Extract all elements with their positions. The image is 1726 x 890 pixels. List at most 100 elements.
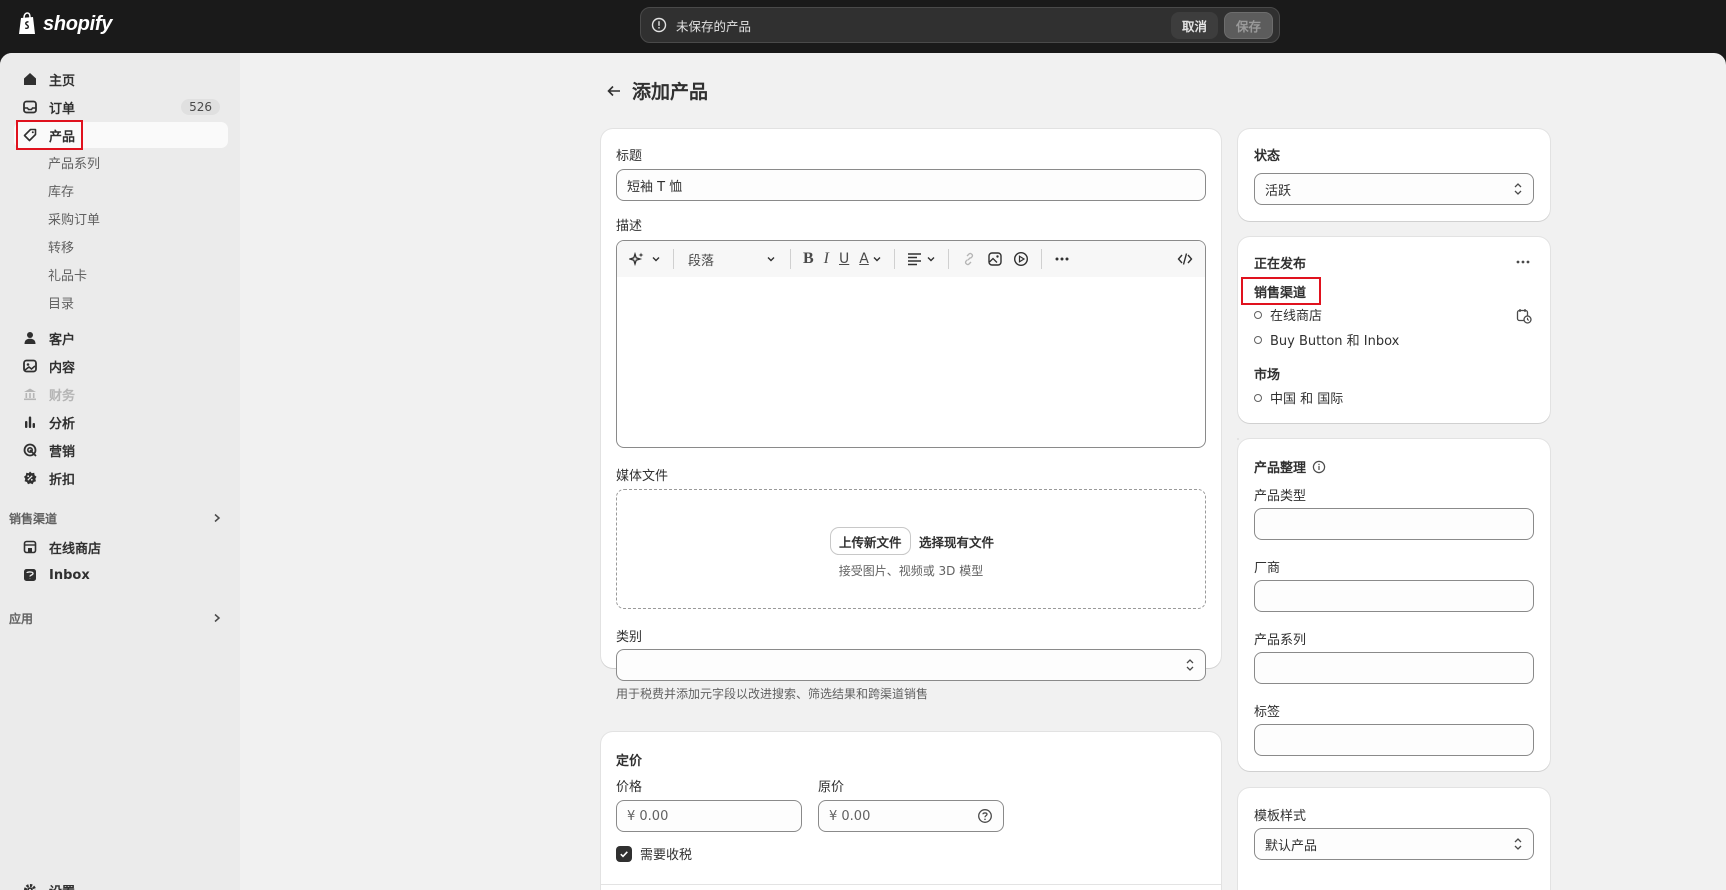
nav-finance: 财务 (14, 381, 228, 407)
price-value: ¥ 0.00 (627, 808, 669, 824)
nav-purchase-orders[interactable]: 采购订单 (48, 207, 100, 229)
compare-at-price-input[interactable]: ¥ 0.00 (818, 800, 1004, 832)
price-input[interactable]: ¥ 0.00 (616, 800, 802, 832)
nav-inbox[interactable]: Inbox (14, 562, 228, 588)
sales-channels-section[interactable]: 销售渠道 (9, 507, 228, 529)
info-icon[interactable] (1312, 460, 1326, 474)
text-color-icon: A (859, 251, 869, 267)
paragraph-format-select[interactable]: 段落 (682, 245, 782, 273)
editor-toolbar: 段落 B I U A (617, 241, 1205, 277)
insert-image-button[interactable] (983, 245, 1007, 273)
pricing-divider (601, 884, 1221, 885)
toolbar-separator (1040, 249, 1042, 269)
discount-badge-icon (22, 470, 38, 486)
bank-icon (22, 386, 38, 402)
upload-new-file-button[interactable]: 上传新文件 (831, 528, 910, 554)
more-actions-icon[interactable] (1515, 259, 1531, 265)
shopify-logo[interactable]: shopify (18, 12, 112, 36)
tags-input[interactable] (1254, 724, 1534, 756)
text-color-button[interactable]: A (855, 245, 886, 273)
play-circle-icon (1013, 251, 1028, 267)
italic-icon: I (823, 250, 829, 267)
nav-content[interactable]: 内容 (14, 353, 228, 379)
nav-discounts[interactable]: 折扣 (14, 465, 228, 491)
apps-section[interactable]: 应用 (9, 607, 228, 629)
link-button[interactable] (957, 245, 981, 273)
html-view-button[interactable] (1173, 245, 1197, 273)
content-icon (22, 358, 38, 374)
inbox-tray-icon (22, 99, 38, 115)
category-select[interactable] (616, 649, 1206, 681)
nav-home[interactable]: 主页 (14, 66, 228, 92)
product-type-input[interactable] (1254, 508, 1534, 540)
select-existing-file-button[interactable]: 选择现有文件 (919, 528, 994, 554)
ellipsis-icon (1055, 257, 1069, 261)
bold-button[interactable]: B (799, 245, 818, 273)
nav-collections[interactable]: 产品系列 (48, 151, 100, 173)
nav-settings[interactable]: 设置 (14, 877, 228, 890)
collections-label: 产品系列 (1254, 633, 1307, 648)
nav-finance-label: 财务 (49, 388, 76, 404)
target-icon (22, 442, 38, 458)
calendar-schedule-icon[interactable] (1516, 308, 1532, 324)
nav-inventory[interactable]: 库存 (48, 179, 74, 201)
collections-input[interactable] (1254, 652, 1534, 684)
status-select[interactable]: 活跃 (1254, 173, 1534, 205)
nav-marketing-label: 营销 (49, 444, 76, 460)
nav-analytics[interactable]: 分析 (14, 409, 228, 435)
underline-button[interactable]: U (835, 245, 853, 273)
select-arrows-icon (1186, 659, 1194, 671)
media-dropzone[interactable]: 上传新文件 选择现有文件 接受图片、视频或 3D 模型 (616, 489, 1206, 609)
storefront-icon (22, 539, 38, 555)
cancel-button[interactable]: 取消 (1170, 11, 1218, 39)
nav-orders[interactable]: 订单 526 (14, 94, 228, 120)
save-button[interactable]: 保存 (1223, 11, 1273, 39)
toolbar-separator (893, 249, 895, 269)
organization-header-row: 产品整理 (1254, 457, 1326, 476)
inbox-app-icon (22, 567, 38, 583)
unsaved-message: 未保存的产品 (676, 18, 752, 34)
compare-at-price-label: 原价 (818, 780, 845, 795)
help-circle-icon[interactable] (977, 808, 993, 824)
chevron-right-icon (214, 513, 221, 523)
nav-online-store[interactable]: 在线商店 (14, 534, 228, 560)
bold-icon: B (803, 250, 814, 267)
pricing-header: 定价 (616, 754, 643, 769)
nav-discounts-label: 折扣 (49, 472, 76, 488)
status-value: 活跃 (1265, 183, 1292, 199)
nav-inbox-label: Inbox (49, 567, 90, 583)
logo-text: shopify (43, 12, 113, 35)
markets-label: 市场 (1254, 368, 1281, 383)
ai-magic-button[interactable] (625, 245, 665, 273)
sparkle-icon (629, 251, 644, 267)
template-value: 默认产品 (1265, 838, 1318, 854)
nav-gift-cards[interactable]: 礼品卡 (48, 263, 87, 285)
market-china-international: 中国 和 国际 (1270, 392, 1344, 407)
italic-button[interactable]: I (820, 245, 833, 273)
charge-tax-checkbox[interactable]: 需要收税 (616, 844, 692, 863)
more-options-button[interactable] (1050, 245, 1074, 273)
align-button[interactable] (903, 245, 940, 273)
template-select[interactable]: 默认产品 (1254, 828, 1534, 860)
description-label: 描述 (616, 219, 643, 234)
title-input[interactable]: 短袖 T 恤 (616, 169, 1206, 201)
market-item: 中国 和 国际 (1254, 388, 1343, 407)
nav-catalogs[interactable]: 目录 (48, 291, 74, 313)
insert-video-button[interactable] (1009, 245, 1033, 273)
shopify-bag-icon (19, 12, 35, 34)
back-arrow-icon[interactable] (606, 83, 622, 99)
nav-transfers[interactable]: 转移 (48, 235, 74, 257)
product-type-label: 产品类型 (1254, 489, 1307, 504)
toolbar-separator (673, 249, 674, 269)
vendor-input[interactable] (1254, 580, 1534, 612)
vendor-label: 厂商 (1254, 561, 1281, 576)
align-left-icon (907, 253, 921, 266)
category-label: 类别 (616, 630, 643, 645)
nav-marketing[interactable]: 营销 (14, 437, 228, 463)
nav-settings-label: 设置 (49, 881, 75, 890)
nav-customers[interactable]: 客户 (14, 325, 228, 351)
description-editor[interactable]: 段落 B I U A (616, 240, 1206, 448)
chevron-right-icon (214, 613, 221, 623)
bar-chart-icon (22, 414, 38, 430)
template-label: 模板样式 (1254, 809, 1307, 824)
